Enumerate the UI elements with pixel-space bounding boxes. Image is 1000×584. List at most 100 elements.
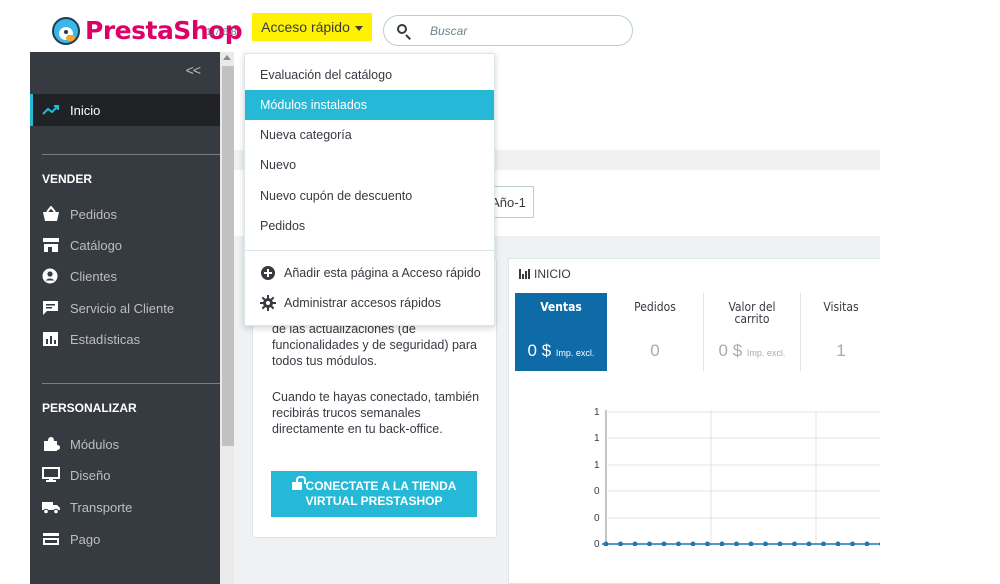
dropdown-item-nueva-categoria[interactable]: Nueva categoría: [245, 120, 494, 150]
sidebar-item-label: Pedidos: [70, 206, 117, 222]
scroll-up-arrow-icon[interactable]: [223, 55, 231, 60]
sidebar: << Inicio VENDER Pedidos Catálogo Client…: [30, 52, 220, 584]
truck-icon: [42, 499, 60, 515]
dropdown-item-nuevo-cupon[interactable]: Nuevo cupón de descuento: [245, 181, 494, 211]
chart-point: [719, 541, 725, 546]
chart-point: [705, 541, 710, 546]
sidebar-item-transporte[interactable]: Transporte: [30, 491, 220, 523]
bar-chart-icon: [42, 331, 60, 347]
kpi-pedidos[interactable]: Pedidos 0: [607, 293, 704, 371]
connect-addons-button[interactable]: CONECTATE A LA TIENDA VIRTUAL PRESTASHOP: [271, 471, 477, 517]
kpi-label: Visitas: [823, 300, 859, 314]
dropdown-item-pedidos[interactable]: Pedidos: [245, 211, 494, 241]
version-label: 1.7.6.8: [206, 27, 237, 38]
card-text-line: Cuando te hayas conectado, también: [272, 390, 480, 404]
card-text-line: recibirás trucos semanales: [272, 406, 421, 420]
kpi-label: carrito: [734, 312, 770, 326]
quick-access-label: Acceso rápido: [261, 19, 350, 35]
scrollbar-thumb[interactable]: [222, 66, 234, 446]
chart-point: [676, 541, 681, 546]
chart-point: [734, 541, 739, 546]
sidebar-item-estadisticas[interactable]: Estadísticas: [30, 323, 220, 355]
chart-point: [748, 541, 754, 546]
sidebar-item-label: Clientes: [70, 268, 117, 284]
top-header: PrestaShop 1.7.6.8 Acceso rápido: [0, 0, 1000, 52]
sidebar-divider: [42, 154, 220, 155]
plus-circle-icon: [260, 265, 276, 281]
section-personalizar: PERSONALIZAR: [42, 401, 137, 415]
chart-point: [647, 541, 652, 546]
chart-point: [835, 541, 841, 546]
activity-chart: [602, 410, 880, 546]
kpi-visitas[interactable]: Visitas 1: [801, 293, 881, 371]
manage-quick-access-item[interactable]: Administrar accesos rápidos: [245, 288, 494, 318]
sidebar-item-label: Estadísticas: [70, 331, 141, 347]
chart-point: [792, 541, 797, 546]
sidebar-item-label: Diseño: [70, 467, 111, 483]
search-icon[interactable]: [396, 23, 412, 40]
chart-point: [661, 541, 667, 546]
dropdown-item-modulos-instalados[interactable]: Módulos instalados: [245, 90, 494, 120]
sidebar-item-label: Pago: [70, 531, 101, 547]
chart-point: [603, 541, 609, 546]
chart-point: [821, 541, 826, 546]
chart-point: [763, 541, 768, 546]
kpi-value: 0: [650, 341, 660, 360]
collapse-sidebar-button[interactable]: <<: [186, 62, 201, 78]
sidebar-item-label: Servicio al Cliente: [70, 300, 175, 316]
right-margin: [880, 52, 1000, 584]
trend-line-icon: [42, 102, 60, 118]
kpi-label: Ventas: [540, 300, 582, 314]
card-title: INICIO: [519, 267, 571, 281]
card-text-line: directamente en tu back-office.: [272, 422, 443, 436]
dropdown-item-nuevo[interactable]: Nuevo: [245, 150, 494, 180]
quick-access-dropdown: Evaluación del catálogo Módulos instalad…: [244, 53, 495, 326]
sidebar-item-modulos[interactable]: Módulos: [30, 428, 220, 460]
unlock-icon: [291, 476, 306, 490]
sidebar-item-catalogo[interactable]: Catálogo: [30, 229, 220, 261]
sidebar-item-label: Transporte: [70, 499, 133, 515]
chart-point: [632, 541, 638, 546]
chart-point: [618, 541, 623, 546]
dropdown-item-evaluacion-catalogo[interactable]: Evaluación del catálogo: [245, 60, 494, 90]
dropdown-divider: [245, 250, 494, 251]
shopping-basket-icon: [42, 206, 60, 222]
sidebar-item-pedidos[interactable]: Pedidos: [30, 198, 220, 230]
credit-card-icon: [42, 531, 60, 547]
bar-chart-icon: [519, 269, 531, 279]
desktop-monitor-icon: [42, 467, 60, 483]
puzzle-piece-icon: [42, 436, 60, 452]
add-to-quick-access-item[interactable]: Añadir esta página a Acceso rápido: [245, 258, 494, 288]
store-icon: [42, 237, 60, 253]
button-label: VIRTUAL PRESTASHOP: [305, 494, 443, 508]
kpi-ventas[interactable]: Ventas 0 $ Imp. excl.: [515, 293, 607, 371]
dropdown-item-label: Añadir esta página a Acceso rápido: [284, 266, 481, 280]
kpi-value: 0 $ Imp. excl.: [718, 341, 786, 360]
quick-access-button[interactable]: Acceso rápido: [252, 13, 372, 41]
sidebar-item-servicio-cliente[interactable]: Servicio al Cliente: [30, 292, 220, 324]
sidebar-item-label: Inicio: [70, 102, 101, 118]
sidebar-item-pago[interactable]: Pago: [30, 523, 220, 555]
sidebar-item-clientes[interactable]: Clientes: [30, 260, 220, 292]
sidebar-item-label: Catálogo: [70, 237, 123, 253]
chart-point: [690, 541, 696, 546]
sidebar-item-inicio[interactable]: Inicio: [30, 94, 220, 126]
dropdown-item-label: Administrar accesos rápidos: [284, 296, 442, 310]
puffin-logo-icon: [52, 16, 80, 45]
button-label: CONECTATE A LA TIENDA: [305, 479, 457, 493]
section-vender: VENDER: [42, 172, 93, 186]
caret-down-icon: [354, 25, 363, 31]
search-input[interactable]: [430, 23, 610, 38]
kpi-label: Pedidos: [634, 300, 676, 314]
chart-point: [806, 541, 812, 546]
kpi-valor-carrito[interactable]: Valor del carrito 0 $ Imp. excl.: [704, 293, 801, 371]
kpi-value: 1: [836, 341, 846, 360]
card-text-line: todos tus módulos.: [272, 354, 377, 368]
search-bar[interactable]: [383, 15, 633, 46]
card-text-line: funcionalidades y de seguridad) para: [272, 338, 477, 352]
gear-icon: [260, 295, 276, 311]
sidebar-item-diseno[interactable]: Diseño: [30, 459, 220, 491]
sidebar-divider: [42, 383, 220, 384]
chart-point: [864, 541, 870, 546]
sidebar-item-label: Módulos: [70, 436, 120, 452]
